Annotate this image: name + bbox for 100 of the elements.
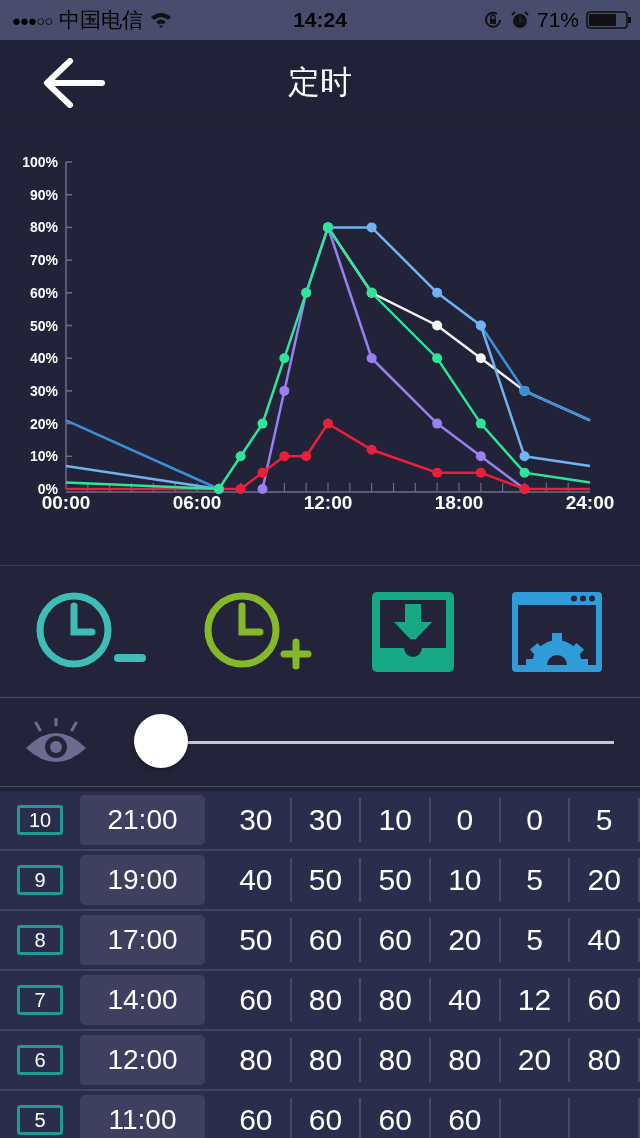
schedule-row[interactable]: 7 14:00 60 80 80 40 12 60: [0, 971, 640, 1031]
channel-value: 60: [239, 1103, 273, 1137]
channel-value: 60: [239, 983, 273, 1017]
download-tray-icon[interactable]: [372, 589, 456, 674]
data-point: [475, 451, 486, 462]
schedule-row[interactable]: 9 19:00 40 50 50 10 5 20: [0, 851, 640, 911]
brightness-slider[interactable]: [134, 714, 614, 770]
y-tick-label: 30%: [29, 382, 58, 399]
data-point: [519, 451, 530, 462]
data-point: [432, 320, 443, 331]
data-point: [235, 451, 246, 462]
x-tick-label: 18:00: [434, 492, 484, 513]
channel-value: 60: [378, 1103, 412, 1137]
channel-value: 80: [448, 1043, 482, 1077]
channel-value: 60: [587, 983, 621, 1017]
channel-value: 50: [378, 863, 412, 897]
index-badge: 9: [17, 865, 63, 895]
channel-value: 0: [456, 803, 474, 837]
status-time: 14:24: [293, 8, 347, 32]
index-badge: 6: [17, 1045, 63, 1075]
channel-value: 12: [517, 983, 552, 1017]
data-point: [475, 353, 486, 364]
index-badge: 7: [17, 985, 63, 1015]
alarm-icon: [509, 10, 530, 30]
data-point: [432, 287, 443, 298]
data-point: [301, 451, 312, 462]
channel-value: 60: [308, 923, 343, 957]
battery-icon: [586, 10, 632, 30]
time-button[interactable]: 21:00: [80, 795, 205, 845]
schedule-row[interactable]: 8 17:00 50 60 60 20 5 40: [0, 911, 640, 971]
channel-value: 0: [526, 803, 543, 837]
channel-value: 20: [587, 863, 621, 897]
index-badge: 5: [17, 1105, 63, 1135]
signal-dots: ●●●○○: [12, 11, 53, 29]
channel-value: 20: [517, 1043, 552, 1077]
data-point: [235, 484, 246, 494]
channel-value: 5: [595, 803, 613, 837]
y-tick-label: 60%: [29, 284, 58, 301]
time-button[interactable]: 11:00: [80, 1095, 205, 1138]
x-tick-label: 06:00: [172, 492, 222, 513]
y-tick-label: 20%: [29, 415, 58, 432]
data-point: [279, 451, 290, 462]
channel-value: 60: [308, 1103, 343, 1137]
data-point: [366, 353, 377, 364]
data-point: [257, 467, 268, 478]
channel-value: 60: [378, 923, 412, 957]
x-tick-label: 12:00: [303, 492, 353, 513]
slider-thumb[interactable]: [134, 714, 188, 768]
data-point: [475, 467, 486, 478]
time-button[interactable]: 19:00: [80, 855, 205, 905]
x-tick-label: 24:00: [565, 492, 615, 513]
channel-value: 30: [308, 803, 343, 837]
page-title: 定时: [288, 63, 352, 102]
y-tick-label: 40%: [29, 350, 58, 367]
channel-value: 40: [239, 863, 273, 897]
channel-value: 20: [448, 923, 482, 957]
data-point: [257, 484, 268, 494]
channel-value: 80: [239, 1043, 273, 1077]
channel-value: 30: [239, 803, 273, 837]
channel-value: 40: [587, 923, 621, 957]
wifi-icon: [150, 12, 173, 28]
schedule-row[interactable]: 5 11:00 60 60 60 60: [0, 1091, 640, 1138]
data-point: [366, 222, 377, 233]
back-arrow-icon[interactable]: [42, 58, 106, 108]
time-button[interactable]: 17:00: [80, 915, 205, 965]
channel-value: 50: [308, 863, 343, 897]
data-point: [475, 418, 486, 429]
data-point: [257, 418, 268, 429]
data-point: [432, 467, 443, 478]
channel-value: 10: [448, 863, 482, 897]
channel-value: 5: [526, 863, 543, 897]
channel-value: 10: [378, 803, 412, 837]
channel-value: 50: [239, 923, 273, 957]
y-tick-label: 10%: [29, 448, 58, 465]
time-button[interactable]: 14:00: [80, 975, 205, 1025]
carrier-name: 中国电信: [59, 7, 144, 33]
channel-value: 80: [308, 983, 343, 1017]
y-tick-label: 0%: [37, 481, 58, 497]
data-point: [366, 444, 377, 455]
schedule-row[interactable]: 10 21:00 30 30 10 0 0 5: [0, 791, 640, 851]
data-point: [323, 418, 333, 429]
data-point: [279, 353, 290, 364]
y-tick-label: 50%: [29, 317, 58, 334]
channel-value: 40: [448, 983, 482, 1017]
time-button[interactable]: 12:00: [80, 1035, 205, 1085]
y-tick-label: 90%: [29, 186, 58, 203]
channel-value: 60: [448, 1103, 482, 1137]
data-point: [279, 385, 290, 396]
index-badge: 10: [17, 805, 63, 835]
channel-value: 5: [526, 923, 543, 957]
channel-value: 80: [587, 1043, 621, 1077]
channel-value: 80: [308, 1043, 343, 1077]
channel-value: 80: [378, 1043, 412, 1077]
battery-percent: 71%: [536, 8, 579, 32]
y-tick-label: 80%: [29, 219, 58, 236]
data-point: [432, 418, 443, 429]
y-tick-label: 70%: [29, 252, 58, 269]
schedule-row[interactable]: 6 12:00 80 80 80 80 20 80: [0, 1031, 640, 1091]
data-point: [432, 353, 443, 364]
window-gear-icon[interactable]: [512, 590, 604, 673]
